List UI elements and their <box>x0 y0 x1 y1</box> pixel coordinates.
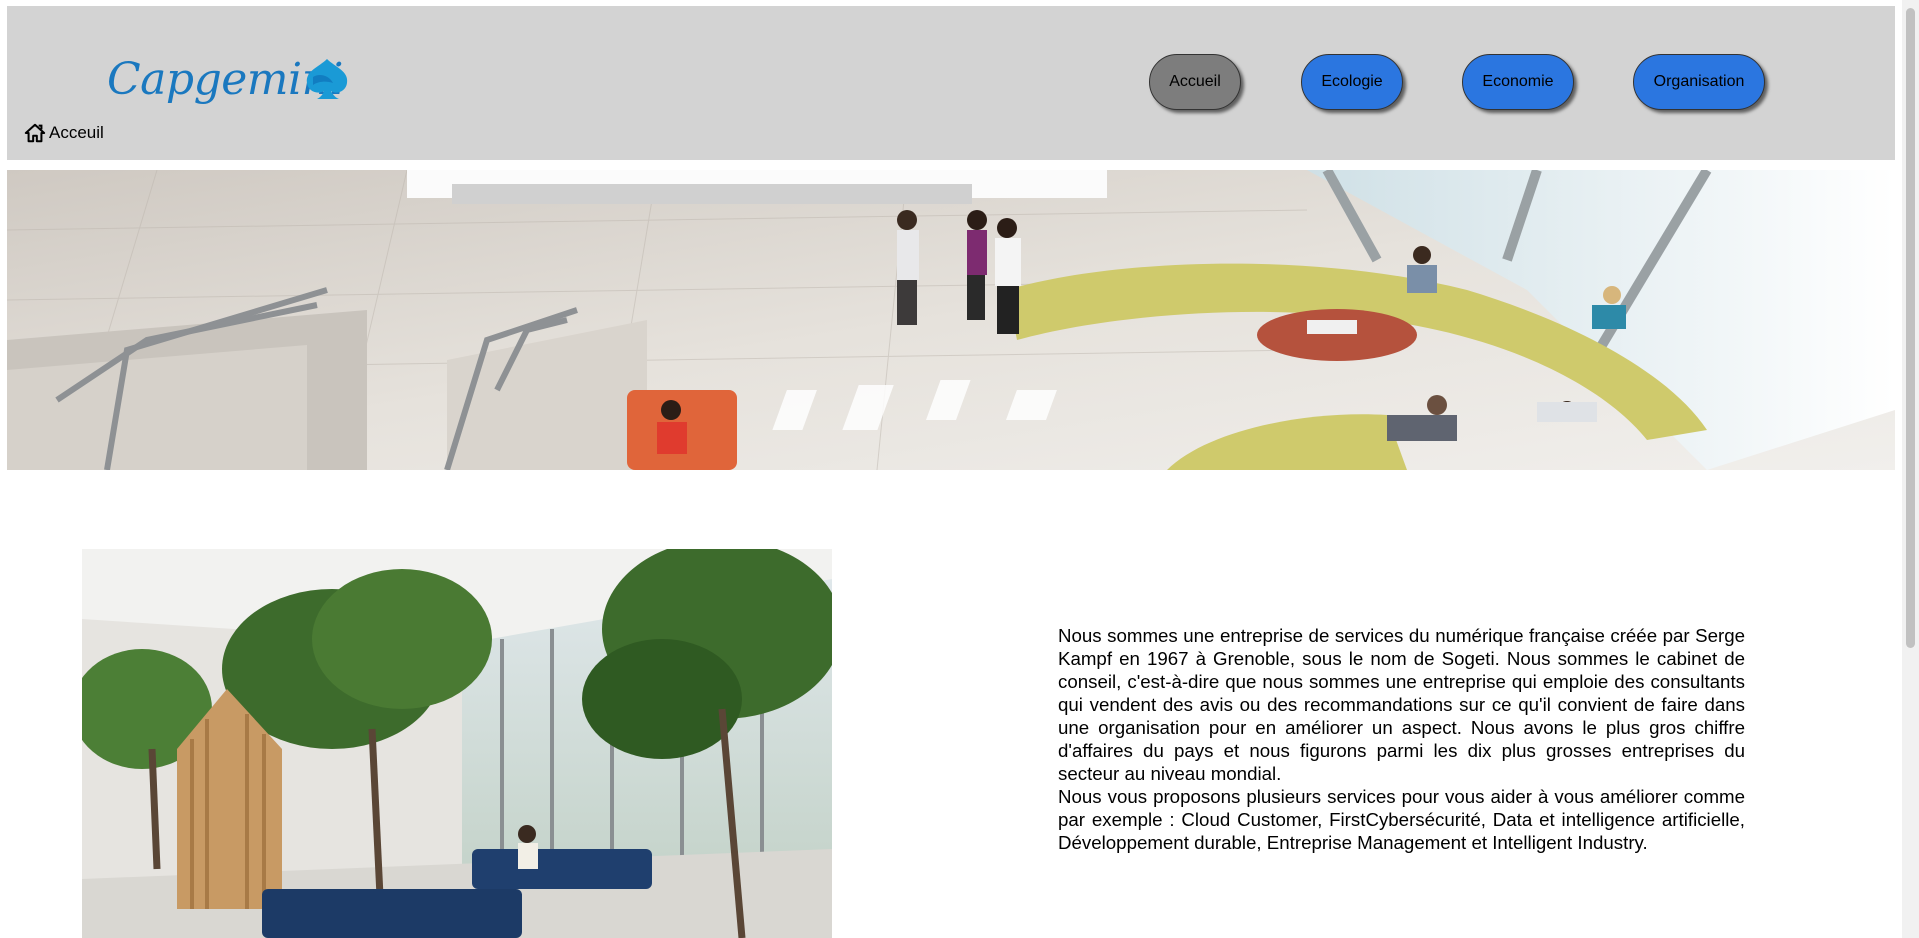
capgemini-logo[interactable]: Capgemini <box>107 52 357 116</box>
description-paragraph-1: Nous sommes une entreprise de services d… <box>1058 625 1745 784</box>
nav-ecologie-button[interactable]: Ecologie <box>1301 54 1403 110</box>
nav-organisation-button[interactable]: Organisation <box>1633 54 1765 110</box>
spade-icon <box>306 59 348 99</box>
site-header: Capgemini Acceuil Accueil Ecologie Econo… <box>7 6 1895 160</box>
description-paragraph-2: Nous vous proposons plusieurs services p… <box>1058 786 1745 853</box>
nav-accueil-button[interactable]: Accueil <box>1149 54 1241 110</box>
page: Capgemini Acceuil Accueil Ecologie Econo… <box>0 0 1919 938</box>
breadcrumb: Acceuil <box>24 122 104 144</box>
banner-image <box>7 170 1895 470</box>
home-icon[interactable] <box>24 122 46 144</box>
nav-economie-button[interactable]: Economie <box>1462 54 1574 110</box>
vertical-scrollbar[interactable] <box>1902 0 1919 938</box>
company-description: Nous sommes une entreprise de services d… <box>1058 624 1745 854</box>
office-lounge-photo <box>82 549 832 938</box>
breadcrumb-label[interactable]: Acceuil <box>49 123 104 143</box>
scrollbar-thumb[interactable] <box>1906 8 1915 648</box>
